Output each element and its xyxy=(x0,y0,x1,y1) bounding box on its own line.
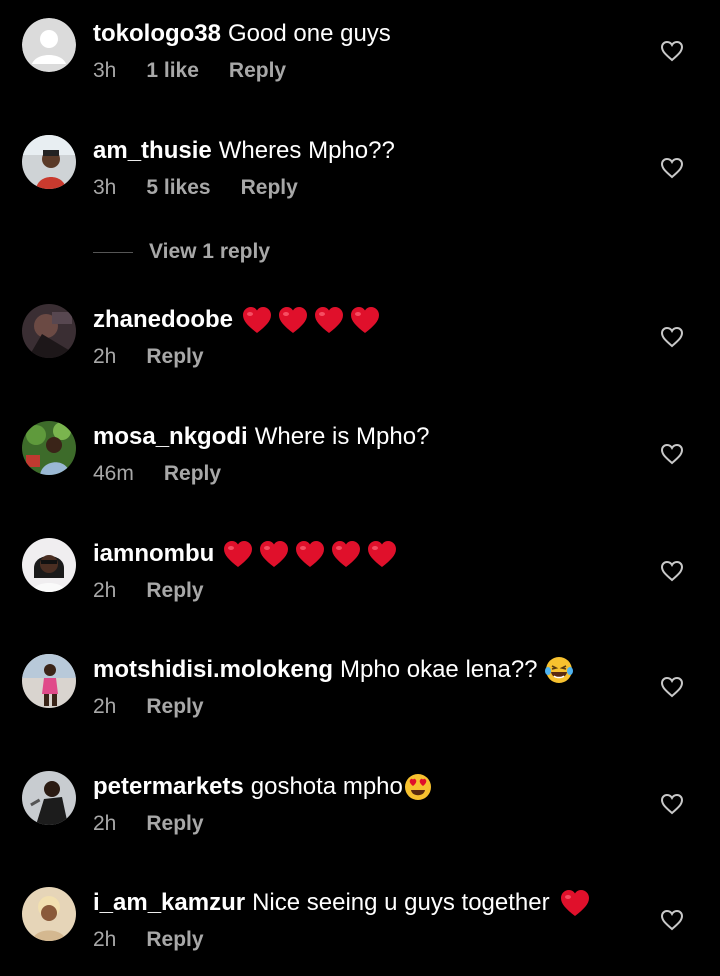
comment-item: motshidisi.molokeng Mpho okae lena?? 2h Re… xyxy=(0,654,720,754)
comment-item: tokologo38 Good one guys 3h 1 like Reply xyxy=(0,18,720,118)
red-heart-icon xyxy=(560,890,589,916)
comment-text: goshota mpho xyxy=(250,773,403,800)
comment-text: Mpho okae lena?? xyxy=(340,656,538,683)
comment-item: iamnombu 2h Reply xyxy=(0,538,720,638)
comment-time: 2h xyxy=(93,812,117,835)
comment-item: petermarkets goshota mpho 2h Reply xyxy=(0,771,720,871)
view-replies-button[interactable]: View 1 reply xyxy=(93,240,270,264)
reply-button[interactable]: Reply xyxy=(146,811,203,837)
reply-button[interactable]: Reply xyxy=(146,578,203,604)
comment-username[interactable]: zhanedoobe xyxy=(93,304,233,336)
red-heart-icon xyxy=(315,307,344,333)
comment-time: 3h xyxy=(93,59,117,82)
heart-outline-icon[interactable] xyxy=(660,676,684,698)
red-heart-icon xyxy=(368,541,397,567)
divider xyxy=(93,251,133,253)
heart-outline-icon[interactable] xyxy=(660,909,684,931)
comment-username[interactable]: mosa_nkgodi xyxy=(93,421,248,453)
reply-button[interactable]: Reply xyxy=(241,175,298,201)
reply-button[interactable]: Reply xyxy=(229,58,286,84)
heart-outline-icon[interactable] xyxy=(660,40,684,62)
red-heart-icon xyxy=(243,307,272,333)
comment-text: Where is Mpho? xyxy=(254,423,430,450)
red-heart-icon xyxy=(351,307,380,333)
comment-time: 46m xyxy=(93,462,134,485)
comment-item: i_am_kamzur Nice seeing u guys together 2… xyxy=(0,887,720,976)
red-heart-icon xyxy=(279,307,308,333)
heart-outline-icon[interactable] xyxy=(660,443,684,465)
red-heart-icon xyxy=(296,541,325,567)
comment-likes[interactable]: 5 likes xyxy=(146,175,210,201)
avatar[interactable] xyxy=(22,135,76,189)
heart-outline-icon[interactable] xyxy=(660,326,684,348)
avatar[interactable] xyxy=(22,304,76,358)
avatar[interactable] xyxy=(22,887,76,941)
comment-username[interactable]: iamnombu xyxy=(93,538,214,570)
comment-username[interactable]: am_thusie xyxy=(93,135,212,167)
avatar[interactable] xyxy=(22,771,76,825)
avatar[interactable] xyxy=(22,538,76,592)
comment-time: 2h xyxy=(93,579,117,602)
comment-time: 3h xyxy=(93,176,117,199)
reply-button[interactable]: Reply xyxy=(146,694,203,720)
comment-time: 2h xyxy=(93,345,117,368)
heart-outline-icon[interactable] xyxy=(660,793,684,815)
avatar[interactable] xyxy=(22,421,76,475)
comment-item: mosa_nkgodi Where is Mpho? 46m Reply xyxy=(0,421,720,521)
comment-likes[interactable]: 1 like xyxy=(146,58,199,84)
comment-item: zhanedoobe 2h Reply xyxy=(0,304,720,404)
heart-eyes-emoji-icon xyxy=(404,774,431,800)
view-replies-label: View 1 reply xyxy=(149,240,271,263)
heart-outline-icon[interactable] xyxy=(660,157,684,179)
avatar[interactable] xyxy=(22,18,76,72)
reply-button[interactable]: Reply xyxy=(146,344,203,370)
comment-username[interactable]: i_am_kamzur xyxy=(93,887,245,919)
comment-text: Nice seeing u guys together xyxy=(252,889,550,916)
heart-outline-icon[interactable] xyxy=(660,560,684,582)
comment-username[interactable]: tokologo38 xyxy=(93,18,221,50)
reply-button[interactable]: Reply xyxy=(164,461,221,487)
comment-time: 2h xyxy=(93,928,117,951)
comment-username[interactable]: motshidisi.molokeng xyxy=(93,654,333,686)
laughing-tears-emoji-icon xyxy=(544,657,573,683)
comment-text: Good one guys xyxy=(228,20,391,47)
avatar[interactable] xyxy=(22,654,76,708)
comment-text: Wheres Mpho?? xyxy=(218,137,395,164)
red-heart-icon xyxy=(224,541,253,567)
red-heart-icon xyxy=(332,541,361,567)
heart-emojis xyxy=(560,889,590,917)
heart-emojis xyxy=(242,306,380,334)
heart-emojis xyxy=(223,540,397,568)
reply-button[interactable]: Reply xyxy=(146,927,203,953)
comment-item: am_thusie Wheres Mpho?? 3h 5 likes Reply xyxy=(0,135,720,235)
red-heart-icon xyxy=(260,541,289,567)
comment-username[interactable]: petermarkets xyxy=(93,771,244,803)
comment-time: 2h xyxy=(93,695,117,718)
